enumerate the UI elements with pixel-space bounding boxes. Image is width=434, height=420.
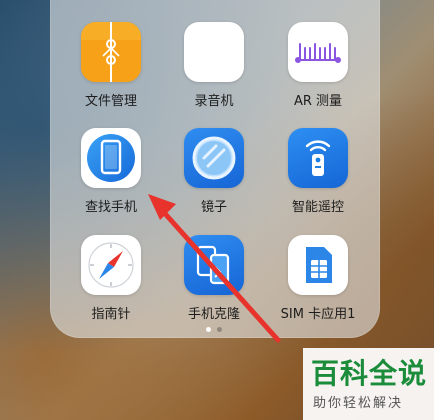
app-label: 指南针 xyxy=(91,307,131,322)
app-smart-remote[interactable]: 智能遥控 xyxy=(268,128,368,215)
app-compass[interactable]: 指南针 xyxy=(61,235,161,322)
app-label: 文件管理 xyxy=(84,94,137,109)
app-sim-toolkit[interactable]: SIM 卡应用1 xyxy=(268,235,368,322)
app-file-manager[interactable]: 文件管理 xyxy=(61,22,161,109)
remote-control-icon xyxy=(288,128,348,188)
app-mirror[interactable]: 镜子 xyxy=(164,128,264,215)
app-label: 录音机 xyxy=(194,94,234,109)
compass-icon xyxy=(81,235,141,295)
page-dot-active[interactable] xyxy=(206,327,211,332)
app-find-phone[interactable]: 查找手机 xyxy=(61,128,161,215)
find-phone-icon xyxy=(81,128,141,188)
mirror-icon xyxy=(184,128,244,188)
sim-card-icon xyxy=(288,235,348,295)
page-dot[interactable] xyxy=(217,327,222,332)
app-label: 镜子 xyxy=(200,200,227,215)
app-label: SIM 卡应用1 xyxy=(280,307,356,322)
voice-waveform-icon xyxy=(184,22,244,82)
file-folder-icon xyxy=(81,22,141,82)
watermark-logo: 百科全说 助你轻松解决 xyxy=(303,348,434,420)
watermark-title: 百科全说 xyxy=(311,357,428,390)
ar-measure-icon xyxy=(288,22,348,82)
app-label: 智能遥控 xyxy=(291,200,344,215)
app-label: 查找手机 xyxy=(84,200,137,215)
phone-clone-icon xyxy=(184,235,244,295)
page-indicator[interactable] xyxy=(202,326,226,334)
app-label: 手机克隆 xyxy=(187,307,240,322)
app-phone-clone[interactable]: 手机克隆 xyxy=(164,235,264,322)
app-recorder[interactable]: 录音机 xyxy=(164,22,264,109)
watermark-subtitle: 助你轻松解决 xyxy=(313,396,404,411)
app-ar-measure[interactable]: AR 测量 xyxy=(268,22,368,109)
app-label: AR 测量 xyxy=(293,94,343,109)
